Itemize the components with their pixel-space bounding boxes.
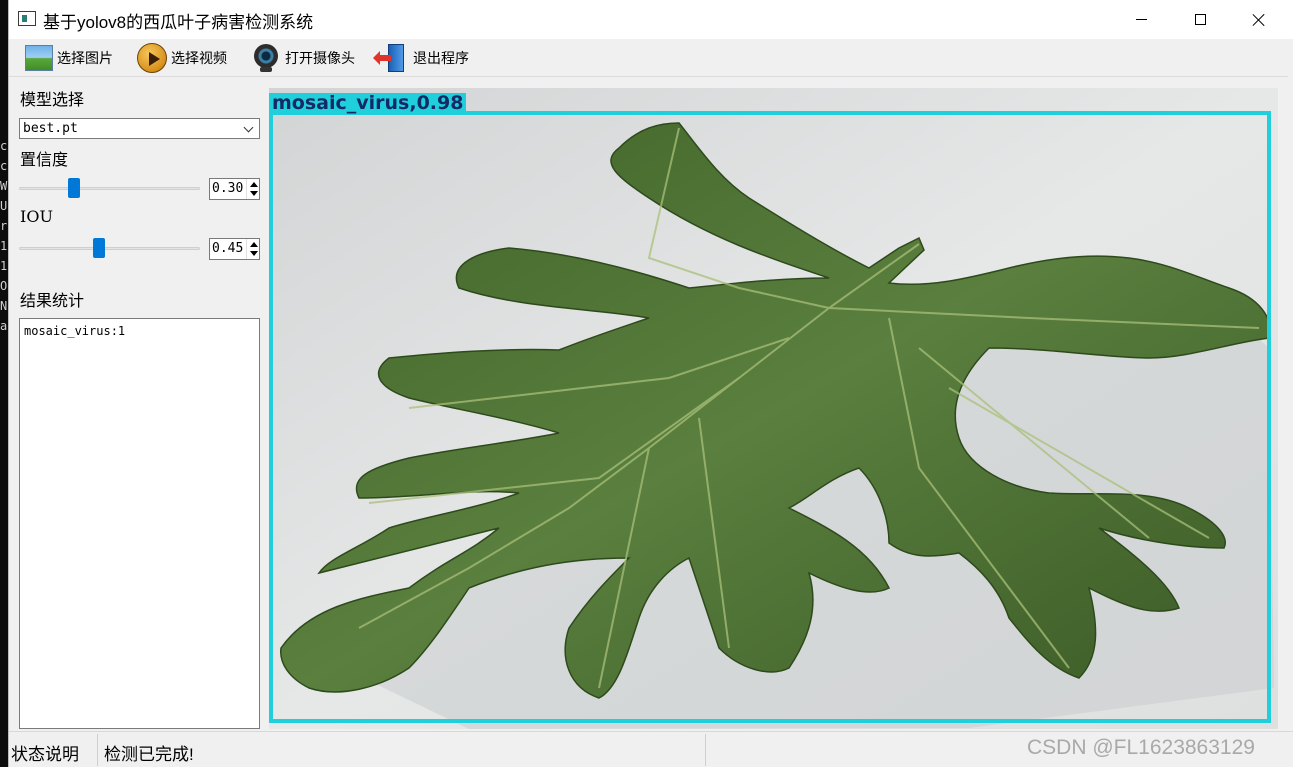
model-select-label: 模型选择 (20, 90, 85, 109)
webcam-icon (251, 43, 281, 73)
iou-spinbox-value: 0.45 (212, 241, 244, 256)
confidence-spinbox[interactable]: 0.30 (209, 178, 260, 200)
status-bar: 状态说明 检测已完成! CSDN @FL1623863129 (9, 731, 1293, 767)
minimize-button[interactable] (1112, 0, 1170, 39)
status-divider (705, 734, 706, 766)
play-video-icon (137, 42, 167, 73)
results-textbox[interactable]: mosaic_virus:1 (19, 318, 260, 729)
status-divider (97, 734, 98, 766)
model-select-value: best.pt (23, 121, 78, 136)
iou-spinbox[interactable]: 0.45 (209, 238, 260, 260)
close-button[interactable] (1230, 0, 1288, 39)
window-title: 基于yolov8的西瓜叶子病害检测系统 (43, 13, 314, 32)
desktop-background-strip: c c W U r 1 1 O N a (0, 0, 8, 767)
maximize-icon (1194, 14, 1206, 25)
select-image-button[interactable]: 选择图片 (25, 41, 113, 75)
app-window-icon (18, 11, 36, 26)
confidence-spinbox-value: 0.30 (212, 181, 244, 196)
confidence-slider[interactable] (19, 177, 200, 199)
status-message: 检测已完成! (104, 745, 194, 764)
confidence-slider-track (19, 187, 200, 190)
exit-button[interactable]: 退出程序 (373, 41, 469, 75)
iou-label: IOU (20, 207, 53, 226)
image-icon (25, 44, 53, 71)
toolbar: 选择图片 选择视频 打开摄像头 退出程序 (9, 39, 1288, 77)
spin-down-icon[interactable] (250, 191, 258, 196)
title-bar[interactable]: 基于yolov8的西瓜叶子病害检测系统 (9, 0, 1293, 39)
detection-image-display: mosaic_virus,0.98 (269, 88, 1278, 729)
select-image-label: 选择图片 (57, 49, 113, 66)
confidence-slider-handle[interactable] (68, 178, 80, 198)
leaf-image (269, 88, 1278, 729)
iou-slider-handle[interactable] (93, 238, 105, 258)
spin-up-icon[interactable] (250, 242, 258, 247)
exit-label: 退出程序 (413, 49, 469, 66)
chevron-down-icon (243, 122, 254, 133)
results-text: mosaic_virus:1 (24, 324, 126, 338)
iou-slider-track (19, 247, 200, 250)
select-video-button[interactable]: 选择视频 (137, 41, 227, 75)
open-camera-label: 打开摄像头 (285, 49, 355, 66)
exit-door-icon (373, 43, 409, 73)
iou-slider[interactable] (19, 237, 200, 259)
status-label: 状态说明 (11, 745, 79, 764)
open-camera-button[interactable]: 打开摄像头 (251, 41, 355, 75)
csdn-watermark: CSDN @FL1623863129 (1027, 736, 1255, 759)
select-video-label: 选择视频 (171, 49, 227, 66)
desktop-console-text: c c W U r 1 1 O N a (0, 139, 8, 333)
detection-label: mosaic_virus,0.98 (269, 93, 467, 113)
results-label: 结果统计 (20, 291, 85, 310)
spin-down-icon[interactable] (250, 251, 258, 256)
minimize-icon (1135, 19, 1147, 20)
confidence-label: 置信度 (20, 150, 69, 169)
maximize-button[interactable] (1171, 0, 1229, 39)
app-window: 基于yolov8的西瓜叶子病害检测系统 选择图片 选择视频 打开摄像头 退出程序… (8, 0, 1293, 767)
spin-up-icon[interactable] (250, 182, 258, 187)
model-select-dropdown[interactable]: best.pt (19, 118, 260, 139)
close-icon (1252, 13, 1266, 27)
